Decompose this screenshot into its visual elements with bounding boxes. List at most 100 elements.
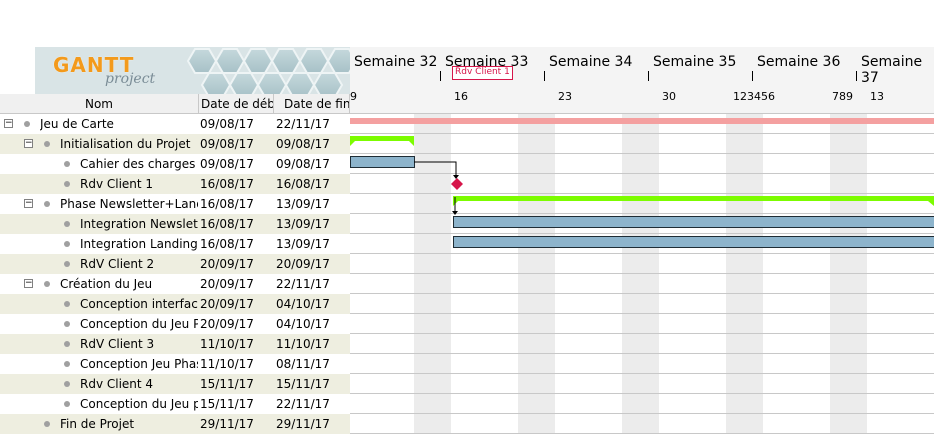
- task-end: 22/11/17: [276, 117, 330, 131]
- task-name: Conception du Jeu P...: [80, 317, 198, 331]
- task-bullet-icon: [64, 261, 70, 267]
- task-bar-integration-newsletter[interactable]: [453, 216, 934, 228]
- app-logo: GANTT project: [35, 47, 350, 94]
- weekend-column: [830, 114, 867, 434]
- task-bullet-icon: [44, 421, 50, 427]
- row-gridline: [350, 133, 934, 134]
- task-end: 09/08/17: [276, 137, 330, 151]
- task-row[interactable]: Rdv Client 4 15/11/17 15/11/17: [0, 374, 350, 394]
- task-bullet-icon: [24, 121, 30, 127]
- task-bullet-icon: [64, 241, 70, 247]
- task-end: 04/10/17: [276, 297, 330, 311]
- task-start: 16/08/17: [200, 197, 254, 211]
- task-start: 15/11/17: [200, 377, 254, 391]
- summary-bar-initialisation[interactable]: [350, 136, 416, 148]
- task-end: 16/08/17: [276, 177, 330, 191]
- row-gridline: [350, 153, 934, 154]
- task-row[interactable]: Integration Landing... 16/08/17 13/09/17: [0, 234, 350, 254]
- task-name: RdV Client 3: [80, 337, 155, 351]
- task-row[interactable]: Rdv Client 1 16/08/17 16/08/17: [0, 174, 350, 194]
- task-start: 29/11/17: [200, 417, 254, 431]
- logo-subtitle: project: [105, 71, 156, 87]
- task-bullet-icon: [44, 281, 50, 287]
- row-gridline: [350, 313, 934, 314]
- milestone-diamond-icon[interactable]: [450, 177, 464, 191]
- task-name: Initialisation du Projet: [60, 137, 191, 151]
- task-row[interactable]: Integration Newsletter 16/08/17 13/09/17: [0, 214, 350, 234]
- row-gridline: [350, 273, 934, 274]
- task-row[interactable]: RdV Client 2 20/09/17 20/09/17: [0, 254, 350, 274]
- task-bullet-icon: [64, 321, 70, 327]
- task-end: 29/11/17: [276, 417, 330, 431]
- task-end: 20/09/17: [276, 257, 330, 271]
- task-bullet-icon: [64, 401, 70, 407]
- row-gridline: [350, 333, 934, 334]
- task-bullet-icon: [64, 301, 70, 307]
- hexagon-pattern-icon: [186, 48, 350, 94]
- collapse-toggle-icon[interactable]: −: [4, 119, 13, 128]
- day-label: 13: [870, 90, 884, 103]
- task-name: Création du Jeu: [60, 277, 153, 291]
- task-row[interactable]: Cahier des charges 09/08/17 09/08/17: [0, 154, 350, 174]
- task-bar-integration-landing[interactable]: [453, 236, 934, 248]
- task-name: Fin de Projet: [60, 417, 135, 431]
- collapse-toggle-icon[interactable]: −: [24, 279, 33, 288]
- project-summary-bar[interactable]: [350, 118, 934, 124]
- day-label: 16: [454, 90, 468, 103]
- weekend-column: [622, 114, 659, 434]
- task-row[interactable]: Conception interfac... 20/09/17 04/10/17: [0, 294, 350, 314]
- row-gridline: [350, 253, 934, 254]
- task-name: Jeu de Carte: [40, 117, 114, 131]
- task-row[interactable]: − Phase Newsletter+Landi... 16/08/17 13/…: [0, 194, 350, 214]
- gantt-chart[interactable]: Semaine 32 Semaine 33 Semaine 34 Semaine…: [350, 47, 934, 434]
- task-name: Rdv Client 1: [80, 177, 154, 191]
- row-gridline: [350, 353, 934, 354]
- day-label: 789: [832, 90, 853, 103]
- column-header-end[interactable]: Date de fin: [274, 94, 350, 114]
- task-name: Phase Newsletter+Landi...: [60, 197, 198, 211]
- row-gridline: [350, 393, 934, 394]
- collapse-toggle-icon[interactable]: −: [24, 139, 33, 148]
- task-start: 20/09/17: [200, 257, 254, 271]
- task-row[interactable]: − Jeu de Carte 09/08/17 22/11/17: [0, 114, 350, 134]
- day-label: 9: [350, 90, 357, 103]
- week-tick: [856, 71, 857, 81]
- task-name: Cahier des charges: [80, 157, 196, 171]
- task-row[interactable]: Conception du Jeu P... 20/09/17 04/10/17: [0, 314, 350, 334]
- task-row[interactable]: − Création du Jeu 20/09/17 22/11/17: [0, 274, 350, 294]
- task-row[interactable]: Fin de Projet 29/11/17 29/11/17: [0, 414, 350, 434]
- task-start: 16/08/17: [200, 177, 254, 191]
- task-start: 11/10/17: [200, 357, 254, 371]
- week-tick: [648, 71, 649, 81]
- day-label: 30: [662, 90, 676, 103]
- task-row[interactable]: Conception Jeu Phas... 11/10/17 08/11/17: [0, 354, 350, 374]
- task-name: Integration Newsletter: [80, 217, 198, 231]
- task-bullet-icon: [64, 381, 70, 387]
- task-bullet-icon: [64, 341, 70, 347]
- timeline-week-band: [350, 47, 934, 80]
- task-end: 22/11/17: [276, 397, 330, 411]
- task-row[interactable]: Conception du Jeu p... 15/11/17 22/11/17: [0, 394, 350, 414]
- task-start: 09/08/17: [200, 117, 254, 131]
- task-start: 20/09/17: [200, 297, 254, 311]
- column-header-name[interactable]: Nom: [0, 94, 199, 114]
- task-bullet-icon: [64, 181, 70, 187]
- task-end: 13/09/17: [276, 237, 330, 251]
- weekend-column: [726, 114, 763, 434]
- task-start: 09/08/17: [200, 137, 254, 151]
- task-name: Conception interfac...: [80, 297, 198, 311]
- task-bullet-icon: [44, 201, 50, 207]
- task-row[interactable]: RdV Client 3 11/10/17 11/10/17: [0, 334, 350, 354]
- task-start: 20/09/17: [200, 317, 254, 331]
- task-end: 13/09/17: [276, 217, 330, 231]
- week-tick: [544, 71, 545, 81]
- task-bullet-icon: [64, 221, 70, 227]
- task-bar-cahier[interactable]: [350, 156, 415, 168]
- row-gridline: [350, 293, 934, 294]
- collapse-toggle-icon[interactable]: −: [24, 199, 33, 208]
- task-row[interactable]: − Initialisation du Projet 09/08/17 09/0…: [0, 134, 350, 154]
- task-end: 11/10/17: [276, 337, 330, 351]
- summary-bar-newsletter[interactable]: [453, 196, 934, 208]
- weekend-column: [518, 114, 555, 434]
- column-header-start[interactable]: Date de déb...: [199, 94, 274, 114]
